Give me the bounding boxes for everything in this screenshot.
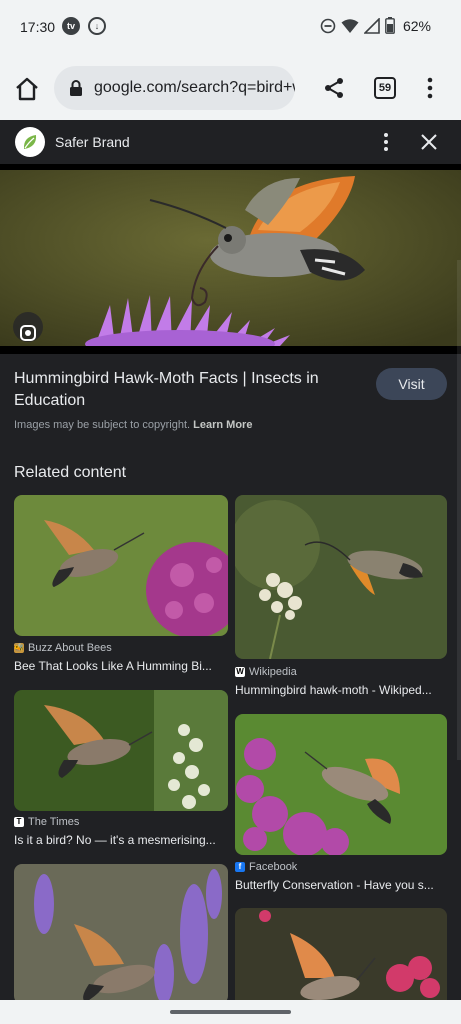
panel-more-icon[interactable] bbox=[376, 130, 396, 154]
related-source-name: Wikipedia bbox=[249, 666, 297, 678]
related-source-name: The Times bbox=[28, 816, 80, 828]
learn-more-link[interactable]: Learn More bbox=[193, 419, 252, 431]
related-thumbnail[interactable] bbox=[14, 690, 228, 811]
related-card[interactable]: f Facebook Butterfly Conservation - Have … bbox=[235, 714, 447, 899]
related-title: Is it a bird? No — it's a mesmerising... bbox=[14, 833, 216, 847]
related-thumbnail[interactable] bbox=[235, 908, 447, 1000]
related-card[interactable]: T The Times Is it a bird? No — it's a mes… bbox=[14, 690, 228, 860]
address-bar[interactable]: google.com/search?q=bird+w bbox=[54, 66, 295, 110]
related-card[interactable]: W Wikipedia Hummingbird hawk-moth - Wikip… bbox=[235, 495, 447, 705]
related-thumbnail[interactable] bbox=[14, 495, 228, 636]
status-bar: 17:30 tv ↓ 62% bbox=[0, 0, 461, 56]
lock-icon bbox=[70, 80, 82, 96]
buzz-about-bees-favicon: 🐝 bbox=[14, 643, 24, 653]
wifi-icon bbox=[341, 18, 359, 33]
related-title: Butterfly Conservation - Have you s... bbox=[235, 878, 434, 892]
status-time: 17:30 bbox=[20, 19, 56, 35]
related-content-heading: Related content bbox=[14, 464, 127, 481]
related-source: T The Times bbox=[14, 816, 79, 828]
wikipedia-favicon: W bbox=[235, 667, 245, 677]
related-title: Hummingbird hawk-moth - Wikiped... bbox=[235, 683, 432, 697]
home-gesture-handle[interactable] bbox=[170, 1010, 291, 1014]
status-right: 62% bbox=[320, 17, 431, 34]
close-icon[interactable] bbox=[419, 132, 439, 152]
google-lens-button[interactable] bbox=[13, 312, 43, 342]
the-times-favicon: T bbox=[14, 817, 24, 827]
browser-toolbar: google.com/search?q=bird+w 59 bbox=[0, 56, 461, 120]
related-card[interactable] bbox=[235, 908, 447, 1000]
related-source-name: Buzz About Bees bbox=[28, 642, 112, 654]
scrollbar[interactable] bbox=[457, 260, 461, 760]
related-source: f Facebook bbox=[235, 861, 297, 873]
battery-level: 62% bbox=[402, 17, 431, 34]
source-header: Safer Brand bbox=[0, 120, 461, 164]
copyright-notice: Images may be subject to copyright. Lear… bbox=[14, 419, 252, 431]
related-source: 🐝 Buzz About Bees bbox=[14, 642, 112, 654]
result-title[interactable]: Hummingbird Hawk-Moth Facts | Insects in… bbox=[14, 368, 354, 412]
copyright-text: Images may be subject to copyright. bbox=[14, 419, 191, 431]
related-card[interactable]: 🐝 Buzz About Bees Bee That Looks Like A H… bbox=[14, 495, 228, 680]
home-icon[interactable] bbox=[14, 76, 40, 102]
signal-icon bbox=[363, 17, 380, 34]
related-thumbnail[interactable] bbox=[14, 864, 228, 1000]
tv-app-icon: tv bbox=[62, 17, 80, 35]
image-result-panel: Safer Brand Hummingbird Hawk-Moth Facts … bbox=[0, 120, 461, 1000]
related-thumbnail[interactable] bbox=[235, 495, 447, 659]
related-card[interactable] bbox=[14, 864, 228, 1000]
main-image[interactable] bbox=[0, 164, 461, 354]
battery-icon bbox=[385, 17, 395, 34]
tab-switcher-button[interactable]: 59 bbox=[374, 77, 396, 99]
related-source-name: Facebook bbox=[249, 861, 298, 873]
url-text: google.com/search?q=bird+w bbox=[94, 79, 295, 96]
gesture-nav-bar bbox=[0, 1000, 461, 1024]
more-menu-icon[interactable] bbox=[420, 76, 440, 100]
notification-icon: ↓ bbox=[88, 17, 106, 35]
related-source: W Wikipedia bbox=[235, 666, 297, 678]
facebook-favicon: f bbox=[235, 862, 245, 872]
share-icon[interactable] bbox=[322, 76, 346, 100]
visit-button[interactable]: Visit bbox=[376, 368, 447, 400]
dnd-icon bbox=[320, 18, 336, 33]
related-title: Bee That Looks Like A Humming Bi... bbox=[14, 659, 212, 673]
related-thumbnail[interactable] bbox=[235, 714, 447, 855]
source-name[interactable]: Safer Brand bbox=[55, 134, 130, 150]
source-logo bbox=[15, 127, 45, 157]
